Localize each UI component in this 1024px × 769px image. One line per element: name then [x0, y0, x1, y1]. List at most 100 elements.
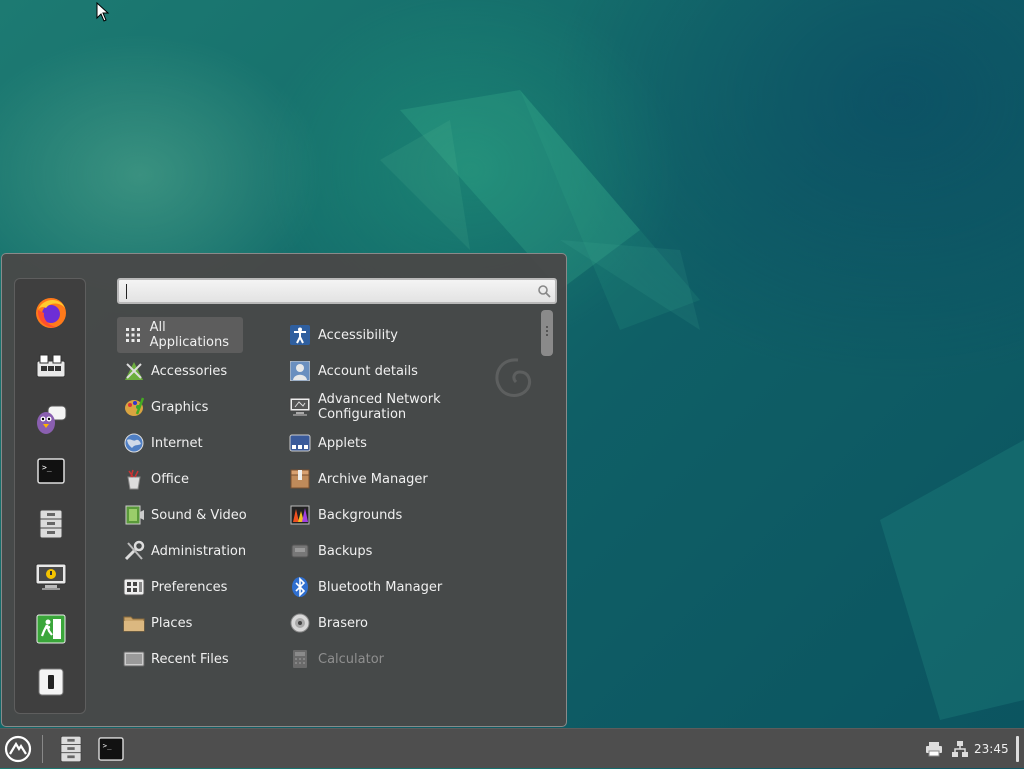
app-label: Accessibility [318, 327, 398, 343]
favorite-software-manager[interactable] [33, 348, 69, 384]
panel-clock[interactable]: 23:45 [974, 729, 1009, 769]
app-account-details[interactable]: Account details [289, 353, 529, 389]
app-label: Archive Manager [318, 471, 428, 487]
lock-screen-icon [35, 563, 67, 590]
calculator-icon [293, 650, 307, 668]
app-label: Brasero [318, 615, 369, 631]
film-icon [125, 505, 144, 525]
app-archive-manager[interactable]: Archive Manager [289, 461, 529, 497]
show-desktop-edge [1015, 736, 1019, 762]
favorite-pidgin[interactable] [33, 401, 69, 437]
app-brasero[interactable]: Brasero [289, 605, 529, 641]
globe-icon [124, 433, 144, 453]
network-config-icon [289, 397, 311, 416]
favorites-sidebar: >_ [14, 278, 86, 714]
svg-text:>_: >_ [103, 741, 112, 750]
user-icon [290, 361, 310, 381]
bottom-panel: >_ 23:45 [0, 728, 1024, 768]
category-label: Internet [151, 435, 203, 451]
category-label: Accessories [151, 363, 228, 379]
panel-launcher-terminal[interactable]: >_ [96, 733, 126, 765]
app-applets[interactable]: Applets [289, 425, 529, 461]
app-label: Advanced Network Configuration [318, 392, 441, 422]
category-office[interactable]: Office [117, 461, 277, 497]
terminal-icon: >_ [98, 737, 124, 761]
search-input[interactable] [123, 282, 527, 302]
category-preferences[interactable]: Preferences [117, 569, 277, 605]
software-manager-icon [36, 354, 66, 378]
pidgin-icon [37, 405, 67, 434]
category-all-applications[interactable]: All Applications [117, 317, 243, 353]
mouse-cursor-icon [96, 2, 110, 22]
search-box[interactable] [117, 278, 557, 304]
app-label: Applets [318, 435, 367, 451]
graphics-icon [125, 397, 145, 416]
app-label: Backgrounds [318, 507, 403, 523]
printer-icon [926, 742, 942, 757]
favorite-lock-screen[interactable] [33, 559, 69, 595]
file-cabinet-icon [39, 509, 63, 539]
app-label: Bluetooth Manager [318, 579, 443, 595]
category-accessories[interactable]: Accessories [117, 353, 277, 389]
category-label: Office [151, 471, 189, 487]
shutdown-icon [38, 668, 64, 696]
logout-icon [36, 614, 66, 644]
application-list: Accessibility Account details Advanced N… [289, 317, 529, 677]
recent-files-icon [123, 651, 145, 667]
app-advanced-network-configuration[interactable]: Advanced Network Configuration [289, 389, 529, 425]
scrollbar-thumb[interactable] [541, 310, 553, 356]
show-desktop-button[interactable] [1012, 733, 1022, 765]
printer-applet[interactable] [922, 733, 946, 765]
accessories-icon [125, 362, 143, 380]
category-recent-files[interactable]: Recent Files [117, 641, 277, 677]
disc-icon [290, 613, 310, 633]
app-backgrounds[interactable]: Backgrounds [289, 497, 529, 533]
tools-icon [124, 540, 145, 561]
app-label: Calculator [318, 651, 385, 667]
panel-launcher-files[interactable] [56, 733, 86, 765]
favorite-file-cabinet[interactable] [33, 506, 69, 542]
applets-icon [289, 434, 311, 452]
search-icon [538, 285, 551, 298]
network-icon [952, 741, 968, 757]
app-accessibility[interactable]: Accessibility [289, 317, 529, 353]
backgrounds-icon [290, 505, 310, 525]
preferences-icon [123, 578, 145, 596]
file-cabinet-icon [60, 735, 82, 763]
menu-button[interactable] [2, 733, 34, 765]
category-sound-video[interactable]: Sound & Video [117, 497, 277, 533]
category-label: Preferences [151, 579, 228, 595]
grid-icon [126, 328, 141, 342]
category-label: Administration [151, 543, 247, 559]
app-calculator[interactable]: Calculator [289, 641, 529, 677]
app-label: Backups [318, 543, 373, 559]
category-label: Sound & Video [151, 507, 247, 523]
category-internet[interactable]: Internet [117, 425, 277, 461]
terminal-icon: >_ [37, 458, 65, 484]
archive-icon [290, 469, 310, 489]
category-label: Graphics [151, 399, 209, 415]
accessibility-icon [290, 325, 310, 345]
category-list: All Applications Accessories Graphics In… [117, 317, 277, 677]
favorite-firefox[interactable] [33, 295, 69, 331]
category-administration[interactable]: Administration [117, 533, 277, 569]
office-icon [127, 469, 141, 490]
category-label: All Applications [149, 320, 230, 350]
backups-icon [291, 544, 309, 558]
category-graphics[interactable]: Graphics [117, 389, 277, 425]
category-label: Recent Files [151, 651, 229, 667]
panel-separator [42, 735, 43, 763]
network-applet[interactable] [948, 733, 972, 765]
cinnamon-menu-icon [4, 735, 32, 763]
category-places[interactable]: Places [117, 605, 277, 641]
app-bluetooth-manager[interactable]: Bluetooth Manager [289, 569, 529, 605]
folder-icon [123, 616, 145, 632]
favorite-terminal[interactable]: >_ [33, 453, 69, 489]
favorite-logout[interactable] [33, 611, 69, 647]
app-label: Account details [318, 363, 418, 379]
application-menu: >_ All Applications Accessories Graphics… [1, 253, 567, 727]
app-backups[interactable]: Backups [289, 533, 529, 569]
favorite-shutdown[interactable] [33, 664, 69, 700]
category-label: Places [151, 615, 193, 631]
bluetooth-icon [292, 577, 308, 597]
